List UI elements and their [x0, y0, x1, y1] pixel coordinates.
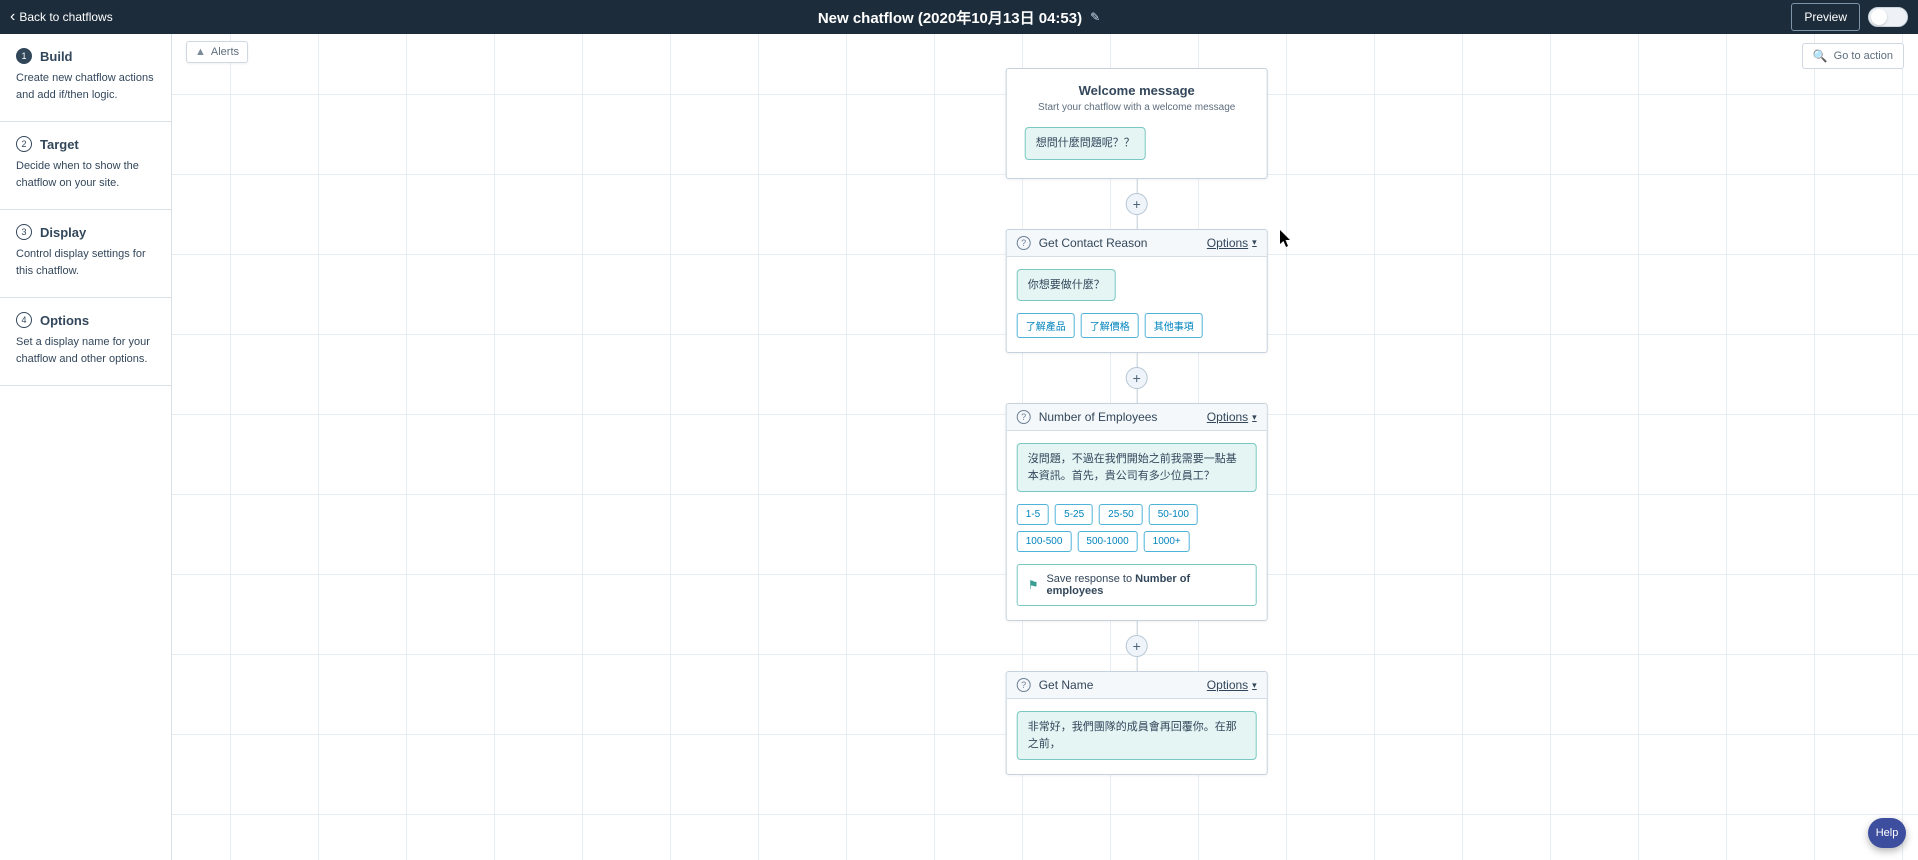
quick-reply-chip[interactable]: 50-100: [1149, 504, 1198, 525]
preview-button[interactable]: Preview: [1791, 3, 1860, 31]
node-title: Number of Employees: [1039, 410, 1158, 424]
alerts-button[interactable]: ▲ Alerts: [186, 41, 248, 63]
step-number: 3: [16, 224, 32, 240]
node-options-dropdown[interactable]: Options ▾: [1207, 678, 1257, 692]
question-icon: ?: [1017, 678, 1031, 692]
add-action-button[interactable]: +: [1126, 367, 1148, 389]
welcome-subtitle: Start your chatflow with a welcome messa…: [1025, 102, 1249, 113]
search-icon: 🔍: [1813, 49, 1828, 63]
node-welcome-message[interactable]: Welcome message Start your chatflow with…: [1006, 68, 1268, 179]
node-title: Get Contact Reason: [1039, 236, 1148, 250]
node-get-contact-reason[interactable]: ? Get Contact Reason Options ▾ 你想要做什麼？ 了…: [1006, 229, 1268, 354]
add-action-button[interactable]: +: [1126, 193, 1148, 215]
sidebar-step-options[interactable]: 4 Options Set a display name for your ch…: [0, 298, 171, 386]
step-title: Build: [40, 49, 73, 64]
go-to-action-button[interactable]: 🔍 Go to action: [1802, 43, 1904, 69]
welcome-title: Welcome message: [1025, 83, 1249, 98]
step-description: Set a display name for your chatflow and…: [16, 334, 155, 367]
sidebar-step-build[interactable]: 1 Build Create new chatflow actions and …: [0, 34, 171, 122]
chevron-down-icon: ▾: [1252, 237, 1257, 248]
node-bubble: 非常好，我們團隊的成員會再回覆你。在那之前，: [1017, 711, 1257, 760]
options-label: Options: [1207, 410, 1248, 424]
chevron-down-icon: ▾: [1252, 412, 1257, 423]
page-title: New chatflow (2020年10月13日 04:53): [818, 7, 1082, 28]
edit-title-icon[interactable]: ✎: [1090, 10, 1100, 24]
sidebar-step-display[interactable]: 3 Display Control display settings for t…: [0, 210, 171, 298]
sidebar-step-target[interactable]: 2 Target Decide when to show the chatflo…: [0, 122, 171, 210]
back-label: Back to chatflows: [19, 10, 112, 24]
save-response-row: ⚑ Save response to Number of employees: [1017, 564, 1257, 606]
publish-toggle[interactable]: [1868, 7, 1908, 27]
node-options-dropdown[interactable]: Options ▾: [1207, 236, 1257, 250]
node-title: Get Name: [1039, 678, 1094, 692]
save-prefix: Save response to: [1046, 573, 1135, 585]
step-number: 4: [16, 312, 32, 328]
step-number: 2: [16, 136, 32, 152]
options-label: Options: [1207, 236, 1248, 250]
chevron-left-icon: ‹: [10, 9, 15, 25]
node-get-name[interactable]: ? Get Name Options ▾ 非常好，我們團隊的成員會再回覆你。在那…: [1006, 671, 1268, 775]
step-title: Options: [40, 313, 89, 328]
flag-icon: ⚑: [1028, 578, 1039, 592]
step-description: Create new chatflow actions and add if/t…: [16, 70, 155, 103]
node-bubble: 沒問題，不過在我們開始之前我需要一點基本資訊。首先，貴公司有多少位員工？: [1017, 443, 1257, 492]
goto-label: Go to action: [1834, 50, 1893, 62]
warning-icon: ▲: [195, 46, 206, 58]
node-options-dropdown[interactable]: Options ▾: [1207, 410, 1257, 424]
question-icon: ?: [1017, 410, 1031, 424]
quick-reply-chip[interactable]: 500-1000: [1077, 531, 1137, 552]
quick-reply-chip[interactable]: 25-50: [1099, 504, 1143, 525]
quick-reply-chip[interactable]: 1000+: [1144, 531, 1190, 552]
node-bubble: 你想要做什麼？: [1017, 269, 1116, 302]
help-button[interactable]: Help: [1868, 818, 1906, 848]
quick-reply-chip[interactable]: 其他事項: [1145, 313, 1203, 338]
step-description: Decide when to show the chatflow on your…: [16, 158, 155, 191]
quick-reply-chip[interactable]: 了解產品: [1017, 313, 1075, 338]
step-description: Control display settings for this chatfl…: [16, 246, 155, 279]
chevron-down-icon: ▾: [1252, 680, 1257, 691]
quick-reply-chip[interactable]: 5-25: [1055, 504, 1093, 525]
step-number: 1: [16, 48, 32, 64]
quick-reply-chip[interactable]: 了解價格: [1081, 313, 1139, 338]
back-to-chatflows-link[interactable]: ‹ Back to chatflows: [10, 9, 113, 25]
sidebar: 1 Build Create new chatflow actions and …: [0, 34, 172, 860]
flow-canvas[interactable]: ▲ Alerts 🔍 Go to action Welcome message …: [172, 34, 1918, 860]
quick-reply-chip[interactable]: 1-5: [1017, 504, 1049, 525]
welcome-bubble: 想問什麼問題呢？？: [1025, 127, 1146, 160]
step-title: Target: [40, 137, 79, 152]
quick-reply-chip[interactable]: 100-500: [1017, 531, 1072, 552]
step-title: Display: [40, 225, 86, 240]
add-action-button[interactable]: +: [1126, 635, 1148, 657]
question-icon: ?: [1017, 236, 1031, 250]
alerts-label: Alerts: [211, 46, 239, 58]
node-number-of-employees[interactable]: ? Number of Employees Options ▾ 沒問題，不過在我…: [1006, 403, 1268, 621]
options-label: Options: [1207, 678, 1248, 692]
